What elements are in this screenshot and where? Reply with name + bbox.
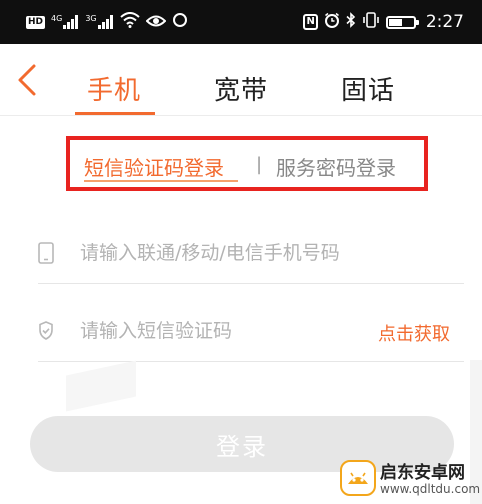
code-field-divider [38,361,464,362]
watermark-title: 启东安卓网 [380,463,465,483]
circle-icon [172,12,188,32]
phone-field-divider [38,283,464,284]
vibrate-icon [362,12,380,32]
watermark-logo-icon [340,460,376,496]
battery-level [388,18,402,26]
sms-code-input[interactable] [80,314,380,348]
clock-time: 2:27 [425,12,464,32]
status-bar-right: N 2:27 [303,12,464,32]
sms-login-option[interactable]: 短信验证码登录 [84,152,224,181]
shield-icon [39,321,53,340]
nfc-icon: N [303,14,318,30]
phone-number-input[interactable] [80,236,380,270]
phone-icon [38,242,54,264]
bluetooth-icon [346,12,356,32]
sms-login-underline [84,180,238,182]
watermark: 启东安卓网 www.qdltdu.com [340,456,480,502]
login-type-separator: | [256,154,263,175]
chevron-left-icon [18,64,36,96]
login-type-switch: 短信验证码登录 | 服务密码登录 [66,136,428,191]
tab-phone[interactable]: 手机 [87,70,141,107]
hd-icon: HD [26,15,46,29]
signal-icon: 3G [85,15,113,29]
signal-type-label: 4G [51,14,63,23]
watermark-url: www.qdltdu.com [380,482,481,496]
code-field: 点击获取 [38,302,464,362]
password-login-option[interactable]: 服务密码登录 [276,152,396,181]
alarm-icon [324,12,340,32]
status-bar-left: HD 4G 3G [26,12,188,32]
tab-broadband[interactable]: 宽带 [214,70,268,107]
battery-icon [385,15,419,29]
back-button[interactable] [14,62,44,98]
phone-field [38,224,464,284]
background-artifact [66,360,136,412]
tab-landline[interactable]: 固话 [341,70,395,107]
wifi-icon [119,12,140,32]
status-bar: HD 4G 3G N 2:27 [0,0,482,44]
signal-icon: 4G [51,15,79,29]
signal-type-label: 3G [85,14,97,23]
header-divider [0,115,482,116]
get-code-button[interactable]: 点击获取 [378,320,450,346]
eye-icon [145,13,167,32]
